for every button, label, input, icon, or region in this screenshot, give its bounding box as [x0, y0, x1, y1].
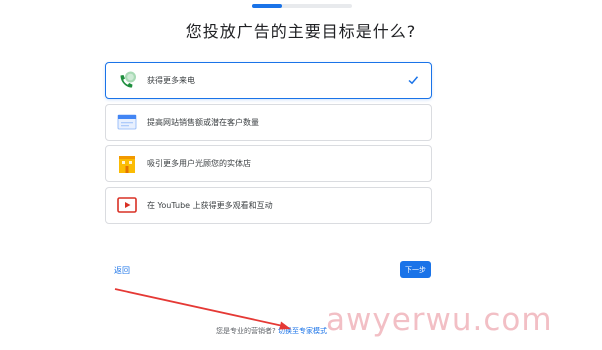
browser-window-icon [116, 111, 138, 133]
goal-options: 获得更多来电 提高网站销售额或潜在客户数量 吸引更多用户光顾您的实体店 在 Yo… [105, 62, 432, 228]
watermark: awyerwu.com [326, 302, 553, 338]
option-website-sales[interactable]: 提高网站销售额或潜在客户数量 [105, 103, 432, 141]
option-label: 吸引更多用户光顾您的实体店 [147, 159, 251, 168]
phone-call-icon [116, 70, 138, 92]
next-button[interactable]: 下一步 [400, 261, 431, 278]
storefront-icon [116, 153, 138, 175]
option-label: 获得更多来电 [147, 76, 195, 85]
checkmark-icon [408, 76, 419, 85]
switch-expert-mode-link[interactable]: 切换至专家模式 [278, 326, 327, 336]
option-label: 提高网站销售额或潜在客户数量 [147, 117, 259, 127]
back-link[interactable]: 返回 [114, 265, 130, 276]
expert-question: 您是专业的营销者? [216, 327, 276, 335]
option-youtube-views[interactable]: 在 YouTube 上获得更多观看和互动 [105, 186, 432, 224]
option-more-calls[interactable]: 获得更多来电 [105, 62, 432, 99]
youtube-play-icon [116, 194, 138, 216]
progress-bar [252, 4, 352, 8]
progress-fill [252, 4, 282, 8]
option-label: 在 YouTube 上获得更多观看和互动 [147, 200, 273, 210]
option-store-visits[interactable]: 吸引更多用户光顾您的实体店 [105, 145, 432, 182]
page-title: 您投放广告的主要目标是什么? [185, 22, 417, 41]
